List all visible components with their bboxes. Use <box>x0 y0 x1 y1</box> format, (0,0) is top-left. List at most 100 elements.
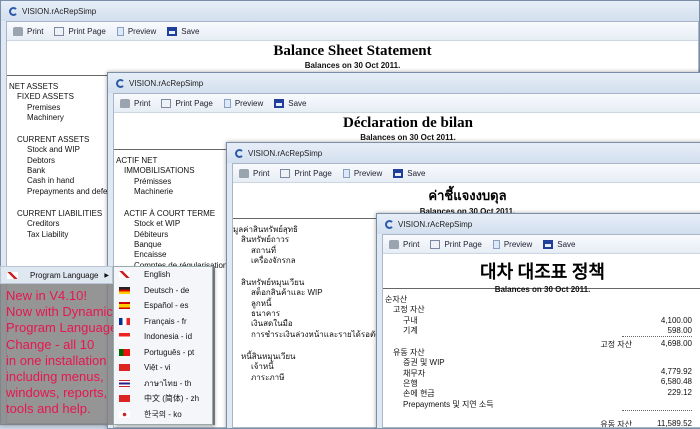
amount: 11,589.52 <box>657 418 692 427</box>
print-button[interactable]: Print <box>389 239 420 249</box>
print-page-button[interactable]: Print Page <box>161 98 213 108</box>
report-subtitle: Balances on 30 Oct 2011. <box>360 133 456 142</box>
window-title: VISION.rAcRepSimp <box>398 219 473 229</box>
row-label: มูลค่าสินทรัพย์สุทธิ <box>233 225 298 234</box>
save-button[interactable]: Save <box>167 26 200 36</box>
preview-icon <box>223 98 231 108</box>
save-button[interactable]: Save <box>543 239 576 249</box>
vn-flag-icon <box>119 364 130 372</box>
row-label <box>385 336 494 348</box>
menu-item-program-language[interactable]: Program Language ▶ <box>0 266 113 284</box>
row-label: Débiteurs <box>134 229 169 239</box>
language-item-id[interactable]: Indonesia - id <box>114 329 212 345</box>
row-label <box>233 340 398 352</box>
language-label: English <box>144 270 171 280</box>
row-label: Stock et WIP <box>134 219 181 229</box>
preview-icon <box>116 26 124 36</box>
floppy-disk-icon <box>167 26 178 36</box>
amount: 229.12 <box>667 387 692 397</box>
language-item-es[interactable]: Español - es <box>114 298 212 314</box>
preview-button[interactable]: Preview <box>342 168 382 178</box>
total-label: 고정 자산 <box>600 340 632 350</box>
app-icon <box>235 148 244 158</box>
row-label: 순자산 <box>385 295 408 304</box>
fr-flag-icon <box>119 317 130 325</box>
print-button[interactable]: Print <box>13 26 43 36</box>
title-bar[interactable]: VISION.rAcRepSimp <box>1 1 699 21</box>
row-label: Prémisses <box>134 176 172 186</box>
window-title: VISION.rAcRepSimp <box>22 6 97 16</box>
title-bar[interactable]: VISION.rAcRepSimp <box>377 214 700 234</box>
language-label: 한국의 - ko <box>144 409 182 419</box>
floppy-disk-icon <box>274 98 285 108</box>
report-title: Déclaration de bilan <box>343 115 473 131</box>
uk-flag-icon <box>7 271 18 279</box>
report-window-3: VISION.rAcRepSimp Print Print Page Previ… <box>376 213 700 429</box>
print-page-button[interactable]: Print Page <box>280 168 332 178</box>
row-label: ACTIF NET <box>116 156 158 165</box>
preview-button[interactable]: Preview <box>116 26 156 36</box>
divider <box>622 410 692 412</box>
floppy-disk-icon <box>543 239 554 249</box>
print-page-button[interactable]: Print Page <box>430 239 482 249</box>
row-label: การชำระเงินล่วงหน้าและรายได้รอตัดบัญชี <box>251 329 398 339</box>
amount: 4,100.00 <box>660 315 692 325</box>
app-icon <box>385 219 394 229</box>
print-page-label: Print Page <box>68 26 106 36</box>
language-item-de[interactable]: Deutsch - de <box>114 283 212 299</box>
title-bar[interactable]: VISION.rAcRepSimp <box>108 73 700 93</box>
row-label: สต็อกสินค้าและ WIP <box>251 288 323 298</box>
title-bar[interactable]: VISION.rAcRepSimp <box>227 143 700 163</box>
preview-button[interactable]: Preview <box>492 239 533 249</box>
language-item-pt[interactable]: Português - pt <box>114 345 212 361</box>
printer-icon <box>239 168 249 178</box>
language-label: Indonesia - id <box>144 332 193 342</box>
language-item-fr[interactable]: Français - fr <box>114 314 212 330</box>
language-label: Español - es <box>144 301 189 311</box>
row-label: เจ้าหนี้ <box>251 362 274 372</box>
report-title: ค่าชี้แจงงบดุล <box>428 188 507 203</box>
language-label: ภาษาไทย - th <box>144 378 192 388</box>
promo-line: including menus, <box>6 369 104 385</box>
print-button[interactable]: Print <box>239 168 269 178</box>
preview-icon <box>492 239 500 249</box>
save-button[interactable]: Save <box>393 168 426 178</box>
window-title: VISION.rAcRepSimp <box>129 78 204 88</box>
print-page-button[interactable]: Print Page <box>54 26 106 36</box>
print-button[interactable]: Print <box>120 98 151 108</box>
report-header: Balance Sheet Statement Balances on 30 O… <box>7 41 698 76</box>
app-icon <box>9 6 18 16</box>
row-label: 기계 <box>403 325 418 335</box>
row-label: สินทรัพย์หมุนเวียน <box>241 278 305 288</box>
de-flag-icon <box>119 286 130 294</box>
preview-icon <box>342 168 350 178</box>
promo-line: windows, reports, <box>6 385 108 401</box>
language-item-cn[interactable]: 中文 (简体) - zh <box>114 391 212 407</box>
page-icon <box>280 168 291 178</box>
printer-icon <box>120 98 130 108</box>
toolbar: Print Print Page Preview Save <box>114 94 700 113</box>
print-label: Print <box>134 98 151 108</box>
floppy-disk-icon <box>393 168 404 178</box>
language-item-vn[interactable]: Việt - vi <box>114 360 212 376</box>
th-flag-icon <box>119 379 130 387</box>
page-icon <box>161 98 172 108</box>
row-label: ACTIF À COURT TERME <box>124 209 216 219</box>
row-label: 고정 자산 <box>393 305 425 315</box>
row-label: Prepayments 및 지연 소득 <box>403 399 494 409</box>
language-item-gb[interactable]: English <box>114 267 212 283</box>
row-label: Machinerie <box>134 186 174 196</box>
print-page-label: Print Page <box>175 98 213 108</box>
row-label: Encaisse <box>134 250 167 260</box>
divider <box>622 336 692 338</box>
print-label: Print <box>403 239 420 249</box>
preview-label: Preview <box>503 239 533 249</box>
printer-icon <box>389 239 399 249</box>
printer-icon <box>13 26 23 36</box>
save-button[interactable]: Save <box>274 98 307 108</box>
page-icon <box>54 26 65 36</box>
language-item-kr[interactable]: 한국의 - ko <box>114 407 212 423</box>
row-label: 증권 및 WIP <box>403 358 445 368</box>
preview-button[interactable]: Preview <box>223 98 263 108</box>
language-item-th[interactable]: ภาษาไทย - th <box>114 376 212 392</box>
